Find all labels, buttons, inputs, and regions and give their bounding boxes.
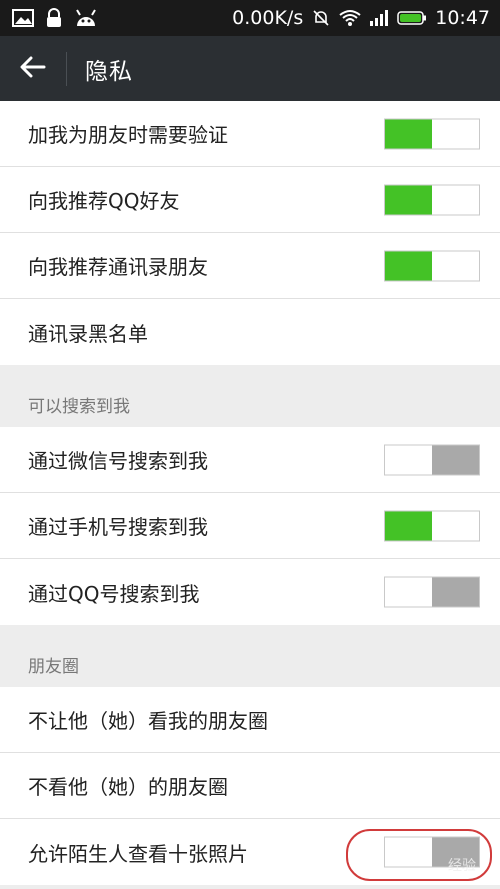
back-button[interactable] xyxy=(0,36,66,101)
watermark: 经验 xyxy=(448,858,476,874)
battery-icon xyxy=(397,10,427,26)
setting-row-stranger-photos[interactable]: 允许陌生人查看十张照片 经验 xyxy=(0,819,500,885)
android-icon xyxy=(74,8,98,28)
setting-label: 向我推荐通讯录朋友 xyxy=(28,255,208,279)
page-title: 隐私 xyxy=(85,58,133,85)
setting-label: 不看他（她）的朋友圈 xyxy=(28,775,228,799)
setting-row-search-by-wechat-id[interactable]: 通过微信号搜索到我 xyxy=(0,427,500,493)
toggle-search-by-qq[interactable] xyxy=(384,576,480,608)
toggle-search-by-wechat-id[interactable] xyxy=(384,444,480,475)
setting-row-blacklist[interactable]: 通讯录黑名单 xyxy=(0,299,500,365)
setting-row-recommend-qq[interactable]: 向我推荐QQ好友 xyxy=(0,167,500,233)
setting-label: 不让他（她）看我的朋友圈 xyxy=(28,709,268,733)
clock: 10:47 xyxy=(435,7,490,29)
setting-label: 通过手机号搜索到我 xyxy=(28,515,208,539)
section-header-moments: 朋友圈 xyxy=(0,625,500,687)
status-bar: 0.00K/s 10:47 xyxy=(0,0,500,36)
network-speed: 0.00K/s xyxy=(232,7,304,29)
setting-row-verify-friends[interactable]: 加我为朋友时需要验证 xyxy=(0,101,500,167)
setting-row-recommend-contacts[interactable]: 向我推荐通讯录朋友 xyxy=(0,233,500,299)
setting-row-search-by-qq[interactable]: 通过QQ号搜索到我 xyxy=(0,559,500,625)
setting-label: 允许陌生人查看十张照片 xyxy=(28,841,248,866)
setting-label: 通过QQ号搜索到我 xyxy=(28,581,200,606)
setting-label: 加我为朋友时需要验证 xyxy=(28,123,228,147)
section-header-searchable: 可以搜索到我 xyxy=(0,365,500,427)
setting-row-hide-their-moments[interactable]: 不看他（她）的朋友圈 xyxy=(0,753,500,819)
wifi-icon xyxy=(339,9,361,27)
mute-bell-icon xyxy=(311,8,331,28)
gallery-notification-icon xyxy=(12,9,34,27)
toggle-verify-friends[interactable] xyxy=(384,118,480,149)
setting-label: 向我推荐QQ好友 xyxy=(28,189,180,213)
back-arrow-icon xyxy=(20,56,46,82)
setting-label: 通过微信号搜索到我 xyxy=(28,449,208,473)
setting-row-search-by-phone[interactable]: 通过手机号搜索到我 xyxy=(0,493,500,559)
lock-notification-icon xyxy=(44,8,64,28)
toggle-search-by-phone[interactable] xyxy=(384,510,480,541)
settings-list: 加我为朋友时需要验证 向我推荐QQ好友 向我推荐通讯录朋友 通讯录黑名单 可以搜… xyxy=(0,101,500,885)
setting-label: 通讯录黑名单 xyxy=(28,321,148,346)
signal-icon xyxy=(369,9,389,27)
toggle-recommend-qq[interactable] xyxy=(384,184,480,215)
title-bar: 隐私 xyxy=(0,36,500,101)
toggle-recommend-contacts[interactable] xyxy=(384,250,480,281)
setting-row-hide-my-moments[interactable]: 不让他（她）看我的朋友圈 xyxy=(0,687,500,753)
